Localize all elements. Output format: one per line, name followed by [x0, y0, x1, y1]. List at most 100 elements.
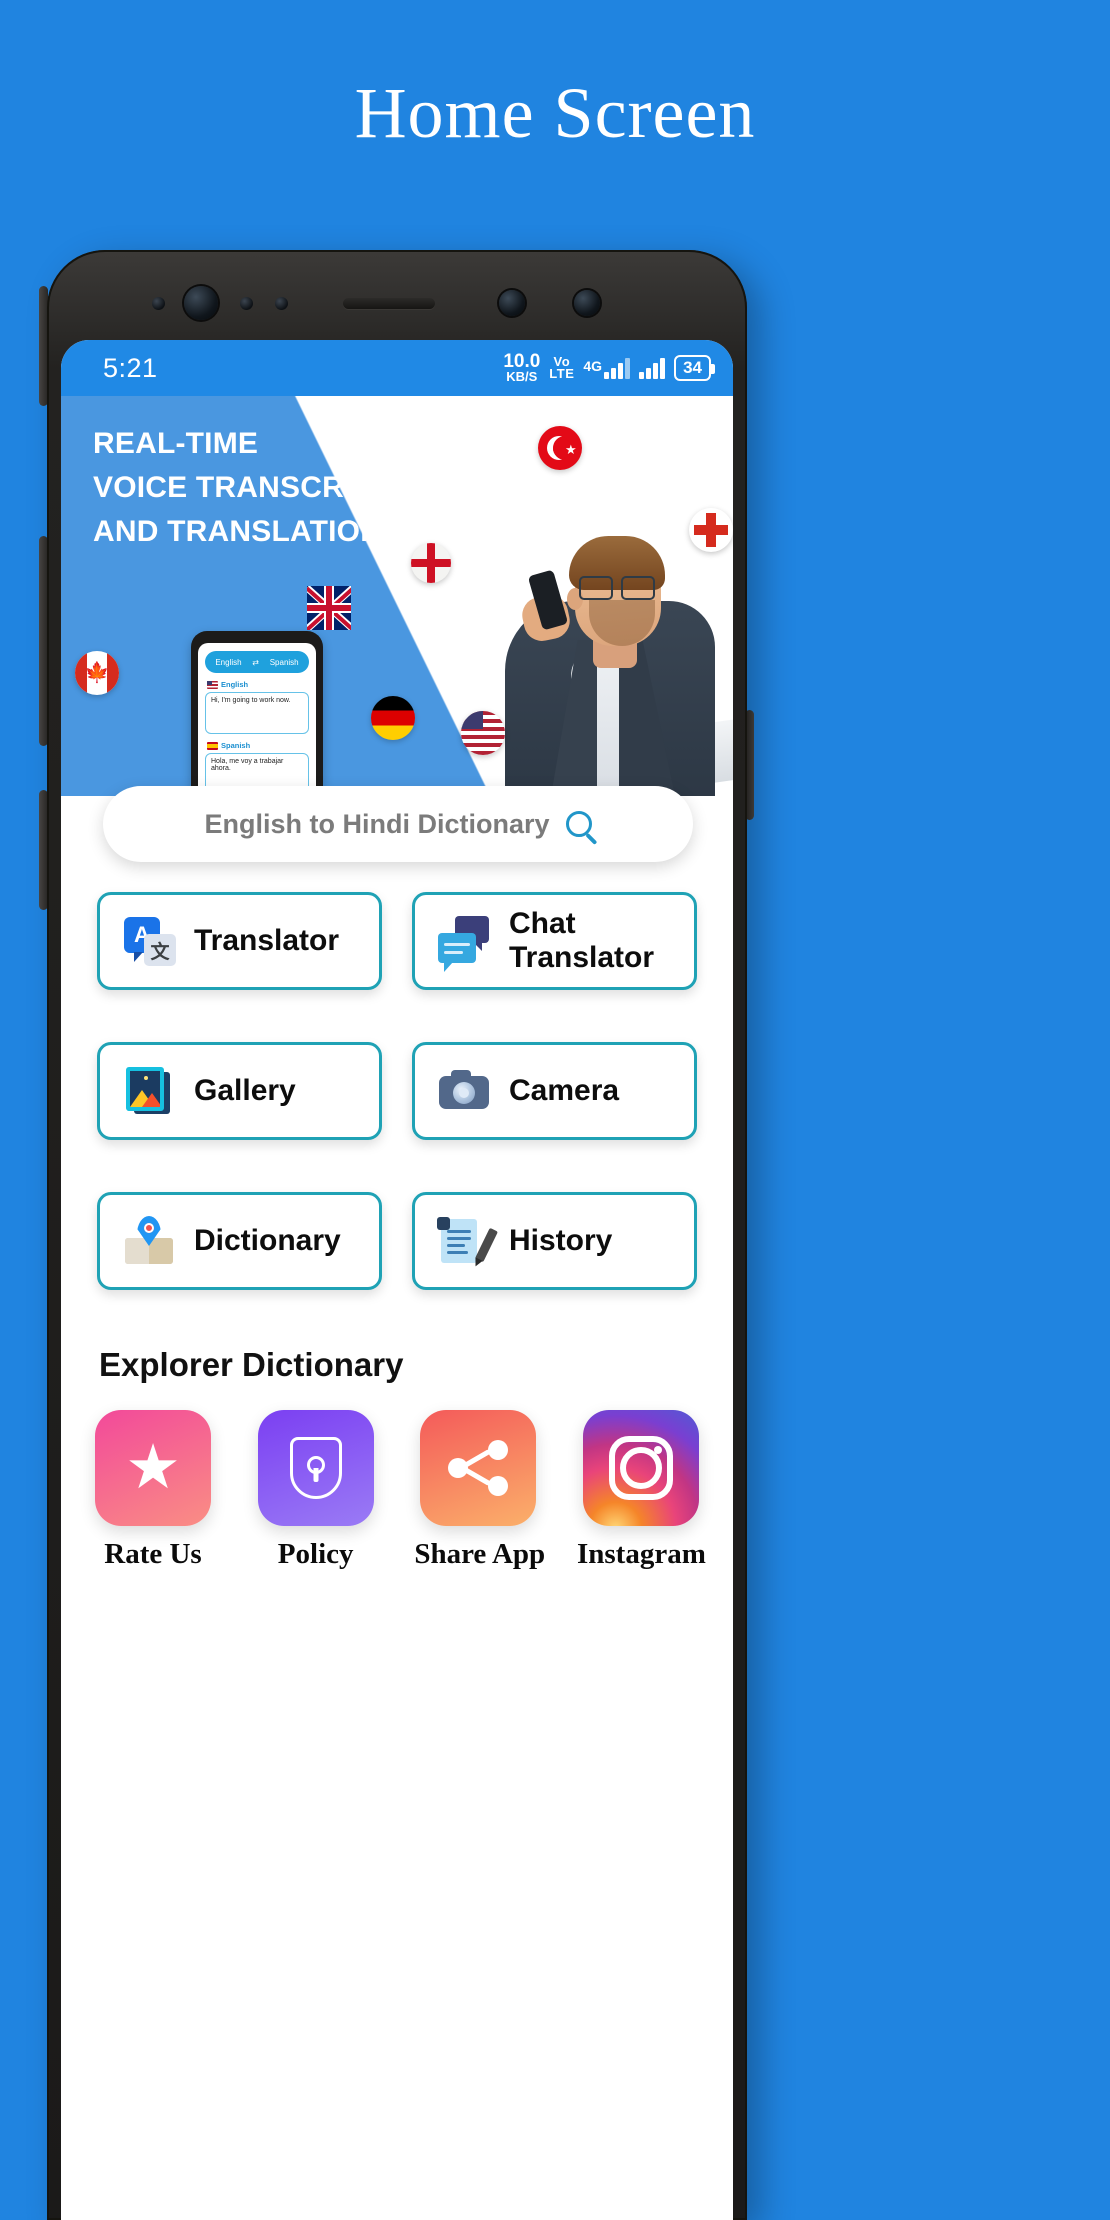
explorer-item-label: Instagram [576, 1538, 706, 1570]
mini-source-label: English [221, 680, 249, 689]
feature-label: Translator [194, 924, 340, 957]
data-rate-indicator: 10.0 KB/S [503, 352, 540, 384]
us-canton [461, 711, 483, 729]
feature-tile-translator[interactable]: A 文 Translator [97, 892, 382, 990]
chat-line-1 [444, 943, 470, 946]
hero-banner: REAL-TIME VOICE TRANSCRIPTION AND TRANSL… [61, 396, 733, 796]
spain-flag-icon [207, 741, 218, 750]
star-glyph: ★ [125, 1433, 181, 1502]
sensor-icon [240, 297, 253, 310]
uk-cross-h2 [307, 605, 351, 611]
england-flag-icon [411, 543, 451, 583]
mini-source-text: Hi, I'm going to work now. [205, 692, 309, 734]
search-input[interactable]: English to Hindi Dictionary [204, 809, 549, 840]
explorer-item-label: Rate Us [104, 1538, 202, 1570]
hero-line-1: REAL-TIME [93, 427, 259, 460]
feature-tile-dictionary[interactable]: Dictionary [97, 1192, 382, 1290]
switzerland-flag-icon [689, 508, 733, 552]
explorer-item-label: Share App [414, 1538, 546, 1570]
phone-mockup: 5:21 10.0 KB/S Vo LTE 4G 34 REAL-TIME VO… [47, 250, 747, 2220]
feature-tile-camera[interactable]: Camera [412, 1042, 697, 1140]
dictionary-icon [122, 1214, 176, 1268]
explorer-item-policy[interactable]: Policy [252, 1410, 380, 1571]
sensor-icon [152, 297, 165, 310]
feature-label: Camera [509, 1074, 620, 1107]
germany-flag-icon [371, 696, 415, 740]
united-kingdom-flag-icon [307, 586, 351, 630]
pen-shape [475, 1227, 498, 1263]
turkey-flag-icon: ★ [538, 426, 582, 470]
book-page-left [125, 1238, 149, 1264]
language-swap-bar: English ⇄ Spanish [205, 651, 309, 673]
hero-mini-screen: English ⇄ Spanish English Hi, I'm going … [198, 643, 316, 796]
mini-target-label: Spanish [221, 741, 251, 750]
gallery-photo [130, 1071, 160, 1107]
explorer-section-title: Explorer Dictionary [99, 1346, 404, 1383]
earpiece-speaker [343, 298, 435, 309]
battery-indicator: 34 [674, 354, 715, 381]
scroll-line-4 [447, 1251, 468, 1254]
phone-screen: 5:21 10.0 KB/S Vo LTE 4G 34 REAL-TIME VO… [61, 340, 733, 2220]
shield-glyph [289, 1437, 342, 1499]
scroll-line-1 [447, 1230, 471, 1233]
main-content: A 文 Translator Chat Translator Gallery C… [61, 796, 733, 1571]
explorer-item-share-app[interactable]: Share App [414, 1410, 546, 1571]
explorer-item-rate-us[interactable]: ★ Rate Us [89, 1410, 217, 1571]
network-type-label: 4G [583, 357, 603, 374]
chat-bubble-front [438, 933, 476, 972]
canada-flag-icon: 🍁 [75, 651, 119, 695]
mini-source-lang: English [215, 657, 242, 667]
feature-tile-history[interactable]: History [412, 1192, 697, 1290]
explorer-item-instagram[interactable]: Instagram [576, 1410, 706, 1571]
shield-lock-icon[interactable] [257, 1410, 374, 1526]
sensor-icon [499, 290, 525, 316]
signal-bars-icon [604, 357, 631, 379]
volte-line2: LTE [549, 365, 575, 381]
feature-tile-gallery[interactable]: Gallery [97, 1042, 382, 1140]
us-flag-icon [207, 680, 218, 689]
scroll-line-3 [447, 1244, 465, 1247]
hero-line-3: AND TRANSLATION [93, 515, 383, 549]
explorer-item-label: Policy [277, 1538, 354, 1570]
data-rate-unit: KB/S [506, 368, 538, 384]
volte-icon: Vo LTE [549, 354, 575, 381]
hero-headline: REAL-TIME VOICE TRANSCRIPTION AND TRANSL… [93, 422, 445, 554]
share-icon[interactable] [420, 1410, 537, 1526]
sun-dot [144, 1076, 148, 1080]
network-signal-indicator: 4G [583, 357, 631, 379]
feature-tile-chat-translator[interactable]: Chat Translator [412, 892, 697, 990]
feature-grid: A 文 Translator Chat Translator Gallery C… [61, 892, 733, 1290]
share-glyph [448, 1440, 509, 1496]
swap-icon: ⇄ [252, 657, 259, 667]
status-icons: 10.0 KB/S Vo LTE 4G 34 [503, 352, 715, 384]
front-camera-icon [184, 286, 218, 320]
gallery-icon [122, 1064, 176, 1118]
book-page-right [149, 1238, 173, 1264]
star-icon[interactable]: ★ [95, 1410, 211, 1526]
mini-source-label-row: English [207, 680, 309, 689]
translator-icon: A 文 [122, 914, 176, 968]
hero-line-2: VOICE TRANSCRIPTION [93, 471, 446, 505]
camera-lens [453, 1082, 475, 1104]
search-icon[interactable] [565, 811, 592, 837]
mini-target-lang: Spanish [269, 657, 299, 667]
chat-translator-icon [437, 914, 491, 972]
instagram-dot [653, 1446, 662, 1454]
feature-label: History [509, 1224, 613, 1257]
translator-bubble-secondary: 文 [144, 934, 176, 966]
instagram-glyph [608, 1436, 673, 1500]
star-shape: ★ [565, 442, 577, 457]
page-title: Home Screen [354, 73, 756, 153]
search-bar[interactable]: English to Hindi Dictionary [103, 786, 693, 862]
chat-line-2 [444, 951, 463, 954]
maple-leaf-shape: 🍁 [84, 662, 110, 684]
united-states-flag-icon [461, 711, 505, 755]
hero-mini-phone: English ⇄ Spanish English Hi, I'm going … [191, 631, 323, 796]
status-time: 5:21 [103, 352, 158, 383]
camera-icon [437, 1064, 491, 1118]
signal-bars-secondary-icon [639, 357, 666, 379]
status-bar: 5:21 10.0 KB/S Vo LTE 4G 34 [61, 340, 733, 396]
mountain-2 [142, 1093, 160, 1107]
instagram-icon[interactable] [582, 1410, 699, 1526]
feature-label: Chat Translator [509, 907, 655, 974]
